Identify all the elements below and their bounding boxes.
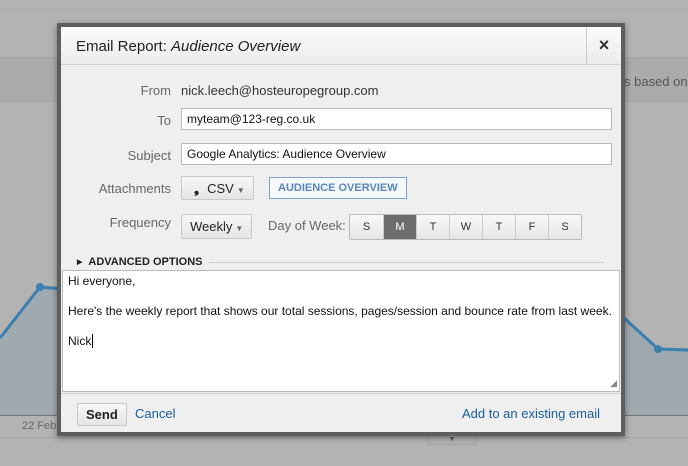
send-button[interactable]: Send — [77, 403, 127, 426]
dialog-title: Email Report: Audience Overview — [76, 38, 300, 55]
message-line: Hi everyone, — [68, 274, 136, 288]
day-of-week-label: Day of Week: — [268, 218, 346, 233]
collapse-chart-button[interactable]: ▼ — [428, 436, 476, 445]
bg-header — [0, 0, 688, 10]
day-monday[interactable]: M — [383, 215, 416, 239]
from-label: From — [140, 83, 171, 98]
csv-icon: ❟ — [194, 181, 200, 196]
attachments-label: Attachments — [98, 181, 171, 196]
close-button[interactable]: × — [586, 27, 621, 65]
day-thursday[interactable]: T — [482, 215, 515, 239]
attachment-tag[interactable]: AUDIENCE OVERVIEW — [269, 177, 407, 199]
to-input[interactable] — [181, 108, 612, 130]
from-value: nick.leech@hosteuropegroup.com — [181, 83, 379, 98]
day-tuesday[interactable]: T — [416, 215, 449, 239]
subject-label: Subject — [127, 148, 171, 163]
add-to-existing-email-link[interactable]: Add to an existing email — [462, 406, 600, 421]
title-report-name: Audience Overview — [171, 38, 301, 55]
email-report-dialog: Email Report: Audience Overview × From n… — [57, 23, 625, 436]
day-friday[interactable]: F — [515, 215, 548, 239]
message-line: Here's the weekly report that shows our … — [68, 304, 612, 318]
divider — [209, 262, 604, 263]
day-of-week-selector: S M T W T F S — [349, 214, 582, 240]
format-value: CSV — [207, 181, 234, 196]
message-textarea[interactable]: Hi everyone, Here's the weekly report th… — [62, 270, 620, 392]
subject-input[interactable] — [181, 143, 612, 165]
frequency-dropdown[interactable]: Weekly ▼ — [181, 214, 253, 239]
date-label: 22 Feb — [22, 420, 57, 432]
day-saturday[interactable]: S — [548, 215, 581, 239]
dialog-footer: Send Cancel Add to an existing email — [61, 393, 621, 432]
advanced-options-toggle[interactable]: ▶ ADVANCED OPTIONS — [77, 256, 202, 268]
chart-point — [654, 345, 662, 353]
chart-area-left — [0, 287, 62, 415]
format-dropdown[interactable]: ❟ CSV ▼ — [181, 176, 254, 200]
chart-point — [36, 283, 44, 291]
resize-grip-icon[interactable]: ◢ — [610, 376, 617, 390]
chevron-down-icon: ▼ — [236, 186, 245, 195]
chart-area-right — [624, 318, 688, 415]
frequency-value: Weekly — [190, 219, 233, 234]
title-prefix: Email Report: — [76, 38, 172, 55]
message-line: Nick — [68, 334, 94, 348]
triangle-right-icon: ▶ — [77, 259, 83, 266]
bg-sampling-note: s based on — [624, 74, 688, 89]
frequency-label: Frequency — [109, 215, 171, 230]
cancel-link[interactable]: Cancel — [135, 406, 175, 421]
divider — [0, 437, 688, 438]
chevron-down-icon: ▼ — [235, 224, 244, 233]
day-sunday[interactable]: S — [350, 215, 383, 239]
dialog-header: Email Report: Audience Overview × — [61, 27, 621, 65]
advanced-options-label: ADVANCED OPTIONS — [88, 256, 203, 268]
to-label: To — [157, 113, 171, 128]
day-wednesday[interactable]: W — [449, 215, 482, 239]
